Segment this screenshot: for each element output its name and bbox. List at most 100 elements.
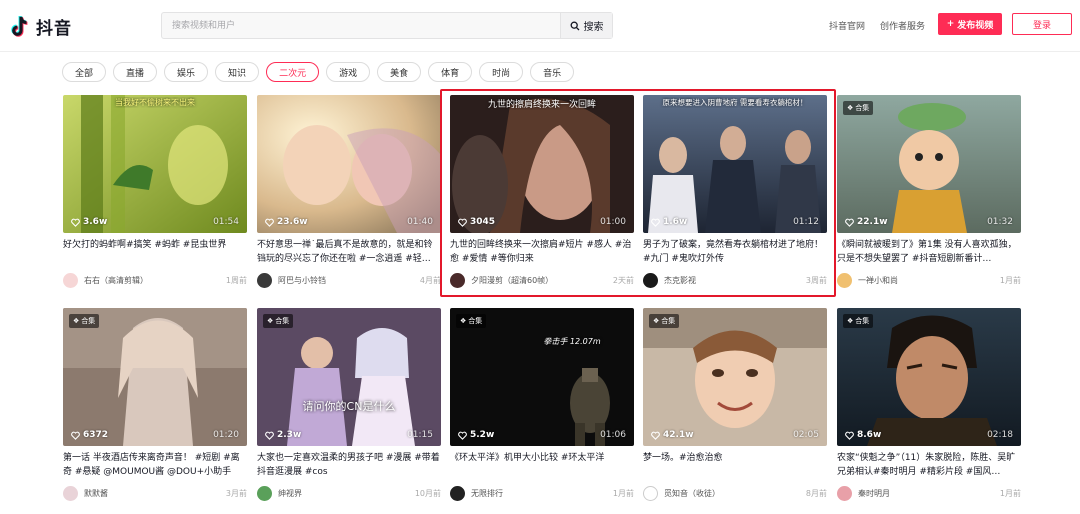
video-card[interactable]: 当我好不偷树来不出来 3.6w 01:54 好欠打的蚂蚱啊#搞笑 #蚂蚱 #昆虫… [63, 95, 247, 288]
video-title[interactable]: 第一话 半夜酒店传来离奇声音！ #短剧 #离奇 #悬疑 @MOUMOU酱 @DO… [63, 451, 247, 479]
video-title[interactable]: 大家也一定喜欢温柔的男孩子吧 #漫展 #带着抖音逛漫展 #cos [257, 451, 441, 479]
video-card[interactable]: ❖ 合集 请问你的CN是什么 2.3w 01:15 大家也一定喜欢温柔的男孩子吧 … [257, 308, 441, 501]
tab-entertainment[interactable]: 娱乐 [164, 62, 209, 82]
heart-icon [845, 431, 854, 440]
like-count: 2.3w [265, 430, 301, 440]
video-duration: 01:12 [793, 217, 819, 227]
video-title[interactable]: 《环太平洋》机甲大小比较 #环太平洋 [450, 451, 634, 479]
tab-live[interactable]: 直播 [113, 62, 158, 82]
video-duration: 02:05 [793, 430, 819, 440]
video-card[interactable]: ❖ 合集 8.6w 02:18 农家“侠魁之争”（11）朱家脱险，陈胜、吴旷兄弟相… [837, 308, 1021, 501]
video-title[interactable]: 好欠打的蚂蚱啊#搞笑 #蚂蚱 #昆虫世界 [63, 238, 247, 266]
tab-music[interactable]: 音乐 [530, 62, 575, 82]
video-thumbnail[interactable]: 原来想要进入阴曹地府 需要看寿衣躺棺材！ 1.6w 01:12 [643, 95, 827, 233]
upload-video-label: 发布视频 [957, 20, 994, 31]
video-card[interactable]: 23.6w 01:40 不好意思一禅˙最后真不是故意的，就是和铃铛玩的尽兴忘了你… [257, 95, 441, 288]
douyin-logo[interactable]: 抖音 [10, 14, 72, 39]
author-name[interactable]: 默默酱 [84, 488, 226, 499]
heart-icon [651, 218, 660, 227]
video-duration: 01:06 [600, 430, 626, 440]
video-thumbnail[interactable]: ❖ 合集 8.6w 02:18 [837, 308, 1021, 446]
collection-badge: ❖ 合集 [843, 101, 874, 115]
video-thumbnail[interactable]: 当我好不偷树来不出来 3.6w 01:54 [63, 95, 247, 233]
layers-icon: ❖ [847, 104, 854, 112]
nav-official-site[interactable]: 抖音官网 [829, 19, 865, 32]
avatar[interactable] [837, 485, 852, 501]
author-name[interactable]: 右右（高清剪辑） [84, 275, 226, 286]
video-card[interactable]: ❖ 合集 42.1w 02:05 梦一场。#治愈治愈 觅知音（收徒） 8月前 [643, 308, 827, 501]
video-title[interactable]: 梦一场。#治愈治愈 [643, 451, 827, 479]
like-count: 3045 [458, 217, 495, 227]
video-overlay-caption: 九世的擦肩终换来一次回眸 [487, 100, 596, 110]
video-thumbnail[interactable]: ❖ 合集 拳击手 12.07m 5.2w 01:06 [450, 308, 634, 446]
video-thumbnail[interactable]: 九世的擦肩终换来一次回眸 3045 01:00 [450, 95, 634, 233]
publish-time: 1月前 [612, 488, 634, 498]
author-name[interactable]: 觅知音（收徒） [664, 488, 806, 499]
tab-games[interactable]: 游戏 [326, 62, 371, 82]
video-overlay-caption: 请问你的CN是什么 [302, 400, 396, 413]
video-card[interactable]: ❖ 合集 6372 01:20 第一话 半夜酒店传来离奇声音！ #短剧 #离奇 #… [63, 308, 247, 501]
video-thumbnail[interactable]: ❖ 合集 22.1w 01:32 [837, 95, 1021, 233]
login-button[interactable]: 登录 [1012, 13, 1072, 35]
author-name[interactable]: 秦时明月 [858, 488, 1000, 499]
avatar[interactable] [257, 272, 272, 288]
video-thumbnail[interactable]: ❖ 合集 42.1w 02:05 [643, 308, 827, 446]
video-card[interactable]: 原来想要进入阴曹地府 需要看寿衣躺棺材！ 1.6w 01:12 男子为了破案，竟… [643, 95, 827, 288]
collection-badge: ❖ 合集 [69, 314, 100, 328]
layers-icon: ❖ [847, 317, 854, 325]
video-title[interactable]: 男子为了破案，竟然看寿衣躺棺材进了地府！ #九门 #鬼吹灯外传 [643, 238, 827, 266]
video-meta: 秦时明月 1月前 [837, 485, 1021, 501]
video-thumbnail[interactable]: ❖ 合集 请问你的CN是什么 2.3w 01:15 [257, 308, 441, 446]
heart-icon [845, 218, 854, 227]
video-meta: 一禅小和尚 1月前 [837, 272, 1021, 288]
author-name[interactable]: 无限排行 [471, 488, 613, 499]
author-name[interactable]: 夕阳漫剪（超清60帧） [471, 275, 613, 286]
video-thumbnail[interactable]: 23.6w 01:40 [257, 95, 441, 233]
douyin-note-icon [11, 15, 28, 37]
tab-sports[interactable]: 体育 [428, 62, 473, 82]
search-button[interactable]: 搜索 [560, 13, 612, 38]
layers-icon: ❖ [73, 317, 80, 325]
avatar[interactable] [643, 272, 658, 288]
tab-food[interactable]: 美食 [377, 62, 422, 82]
avatar[interactable] [643, 485, 658, 501]
avatar[interactable] [837, 272, 852, 288]
video-card[interactable]: 九世的擦肩终换来一次回眸 3045 01:00 九世的回眸终换来一次擦肩#短片 … [450, 95, 634, 288]
search-input[interactable] [162, 13, 560, 38]
video-meta: 默默酱 3月前 [63, 485, 247, 501]
tab-knowledge[interactable]: 知识 [215, 62, 260, 82]
heart-icon [458, 431, 467, 440]
author-name[interactable]: 阿巴与小铃铛 [278, 275, 420, 286]
publish-time: 10月前 [414, 488, 441, 498]
like-count: 8.6w [845, 430, 881, 440]
avatar[interactable] [63, 485, 78, 501]
avatar[interactable] [450, 485, 465, 501]
publish-time: 1月前 [999, 275, 1021, 285]
author-name[interactable]: 绅视界 [278, 488, 415, 499]
video-title[interactable]: 《瞬间就被暖到了》第1集 没有人喜欢孤独，只是不想失望罢了 #抖音短剧新番计… [837, 238, 1021, 266]
video-title[interactable]: 不好意思一禅˙最后真不是故意的，就是和铃铛玩的尽兴忘了你还在啦 #一念逍遥 #轻… [257, 238, 441, 266]
tab-all[interactable]: 全部 [62, 62, 107, 82]
video-duration: 01:20 [213, 430, 239, 440]
video-thumbnail[interactable]: ❖ 合集 6372 01:20 [63, 308, 247, 446]
search-button-label: 搜索 [583, 22, 604, 33]
tab-anime[interactable]: 二次元 [266, 62, 320, 82]
avatar[interactable] [450, 272, 465, 288]
avatar[interactable] [63, 272, 78, 288]
video-title[interactable]: 农家“侠魁之争”（11）朱家脱险，陈胜、吴旷兄弟相认#秦时明月 #精彩片段 #国… [837, 451, 1021, 479]
avatar[interactable] [257, 485, 272, 501]
upload-video-button[interactable]: + 发布视频 [938, 13, 1002, 35]
publish-time: 8月前 [805, 488, 827, 498]
video-meta: 绅视界 10月前 [257, 485, 441, 501]
heart-icon [71, 218, 80, 227]
plus-icon: + [946, 19, 955, 29]
author-name[interactable]: 一禅小和尚 [858, 275, 1000, 286]
video-title[interactable]: 九世的回眸终换来一次擦肩#短片 #感人 #治愈 #爱情 #等你归来 [450, 238, 634, 266]
tab-fashion[interactable]: 时尚 [479, 62, 524, 82]
video-card[interactable]: ❖ 合集 拳击手 12.07m 5.2w 01:06 《环太平洋》机甲大小比较 #… [450, 308, 634, 501]
nav-creator-service[interactable]: 创作者服务 [880, 19, 925, 32]
like-count: 6372 [71, 430, 108, 440]
author-name[interactable]: 杰克影视 [664, 275, 806, 286]
publish-time: 1月前 [999, 488, 1021, 498]
video-card[interactable]: ❖ 合集 22.1w 01:32 《瞬间就被暖到了》第1集 没有人喜欢孤独，只是不… [837, 95, 1021, 288]
